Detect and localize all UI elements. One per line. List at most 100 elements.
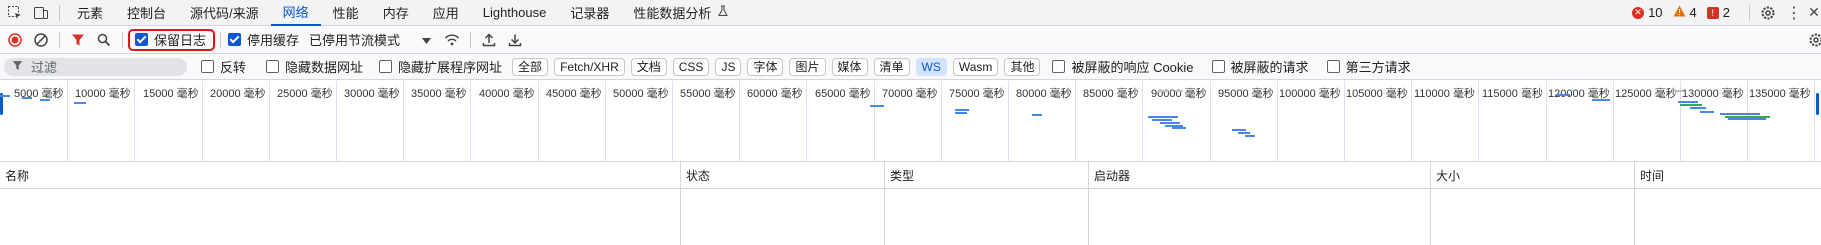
tab-elements[interactable]: 元素 [65,0,115,26]
column-header-size[interactable]: 大小 [1431,162,1460,188]
type-filter-2[interactable]: 文档 [630,57,667,76]
type-filter-1[interactable]: Fetch/XHR [554,57,625,76]
overview-gridline [202,81,203,161]
filter-input[interactable]: 过滤 [4,57,187,76]
overview-request-bar [0,95,10,97]
type-filter-6[interactable]: 图片 [789,57,826,76]
type-filter-5[interactable]: 字体 [747,57,784,76]
throttling-select[interactable]: 已停用节流模式 [309,30,432,49]
type-filter-9[interactable]: WS [915,57,947,76]
tab-performance-insights-label: 性能数据分析 [633,6,712,21]
type-filter-3[interactable]: CSS [672,57,710,76]
divider [220,31,222,48]
overview-request-bar [1175,90,1183,92]
preserve-log-checkbox[interactable]: 保留日志 [128,28,216,51]
issues-count-value: 2 [1722,5,1730,20]
tab-application[interactable]: 应用 [421,0,471,26]
clear-icon[interactable] [28,27,54,53]
overview-request-bar [1720,113,1760,115]
overview-right-handle[interactable] [1816,93,1819,115]
warning-icon [1673,5,1686,20]
stop-recording-icon[interactable] [2,27,28,53]
type-filter-11[interactable]: 其他 [1004,57,1041,76]
overview-gridline [874,81,875,161]
blocked-requests-checkbox[interactable]: 被屏蔽的请求 [1211,57,1309,76]
overview-tick-label: 105000 毫秒 [1346,88,1408,100]
type-filter-8[interactable]: 清单 [873,57,910,76]
overview-gridline [941,81,942,161]
hide-extension-urls-checkbox[interactable]: 隐藏扩展程序网址 [379,57,502,76]
tab-sources[interactable]: 源代码/来源 [178,0,271,26]
overview-gridline [1411,81,1412,161]
import-har-upload-icon[interactable] [476,27,502,53]
type-filter-4[interactable]: JS [715,57,742,76]
tab-performance[interactable]: 性能 [321,0,371,26]
device-toolbar-icon[interactable] [28,0,54,26]
hide-data-urls-label: 隐藏数据网址 [285,60,364,75]
tab-network[interactable]: 网络 [270,0,321,26]
overview-gridline [269,81,270,161]
network-overview-timeline[interactable]: 5000 毫秒 10000 毫秒 15000 毫秒 20000 毫秒 25000 毫秒 3… [0,81,1821,162]
overview-gridline [1613,81,1614,161]
overview-tick-label: 75000 毫秒 [949,88,1005,100]
checkbox-unchecked-icon [1211,60,1225,73]
column-header-name[interactable]: 名称 [0,162,29,188]
overview-request-bar [1700,111,1714,113]
column-header-type[interactable]: 类型 [885,162,914,188]
inspect-element-icon[interactable] [2,0,28,26]
warning-count[interactable]: 4 [1673,5,1697,20]
network-conditions-wifi-icon[interactable] [439,27,465,53]
divider [1749,4,1750,21]
hide-data-urls-checkbox[interactable]: 隐藏数据网址 [266,57,363,76]
column-header-status[interactable]: 状态 [681,162,710,188]
type-filter-10[interactable]: Wasm [952,57,999,76]
issues-count[interactable]: ! 2 [1706,5,1730,20]
third-party-checkbox[interactable]: 第三方请求 [1326,57,1411,76]
overview-gridline [1008,81,1009,161]
blocked-cookies-checkbox[interactable]: 被屏蔽的响应 Cookie [1052,57,1194,76]
overview-tick-label: 130000 毫秒 [1682,88,1744,100]
overview-gridline [1075,81,1076,161]
tab-memory[interactable]: 内存 [371,0,421,26]
overview-request-bar [1032,114,1042,116]
disable-cache-checkbox[interactable]: 停用缓存 [228,30,299,49]
overview-tick-label: 100000 毫秒 [1279,88,1341,100]
settings-gear-icon[interactable] [1755,0,1781,26]
overview-gridline [67,81,68,161]
column-header-initiator[interactable]: 启动器 [1089,162,1130,188]
filter-bar: 过滤 反转 隐藏数据网址 隐藏扩展程序网址 全部 Fetch/XHR 文档 CSS JS… [0,54,1821,80]
error-count[interactable]: ✕ 10 [1632,5,1663,20]
overview-request-bar [1245,135,1255,137]
overview-request-bar [955,112,967,114]
filter-icon [12,59,23,74]
type-filter-7[interactable]: 媒体 [831,57,868,76]
error-icon: ✕ [1632,6,1645,19]
checkbox-unchecked-icon [1052,60,1066,73]
overview-request-bar [74,102,86,104]
invert-checkbox[interactable]: 反转 [201,57,246,76]
network-settings-gear-icon[interactable] [1803,27,1821,53]
close-icon[interactable]: ✕ [1807,0,1821,26]
filter-funnel-icon[interactable] [65,27,91,53]
column-divider [884,162,885,245]
tab-lighthouse[interactable]: Lighthouse [471,0,559,26]
tab-recorder[interactable]: 记录器 [558,0,621,26]
overview-request-bar [955,109,969,111]
overview-gridline [1478,81,1479,161]
tab-performance-insights[interactable]: 性能数据分析 [621,0,741,26]
checkbox-unchecked-icon [201,60,214,73]
checkbox-checked-icon [228,33,242,46]
search-icon[interactable] [91,27,117,53]
overview-tick-label: 10000 毫秒 [75,88,131,100]
invert-label: 反转 [220,60,247,75]
type-filter-0[interactable]: 全部 [512,57,549,76]
more-options-icon[interactable]: ⋮ [1781,0,1807,26]
tab-console[interactable]: 控制台 [115,0,178,26]
column-header-time[interactable]: 时间 [1635,162,1664,188]
overview-gridline [739,81,740,161]
export-har-download-icon[interactable] [502,27,528,53]
column-divider [680,162,681,245]
checkbox-unchecked-icon [266,60,280,73]
overview-gridline [1814,81,1815,161]
network-toolbar: 保留日志 停用缓存 已停用节流模式 [0,26,1821,54]
